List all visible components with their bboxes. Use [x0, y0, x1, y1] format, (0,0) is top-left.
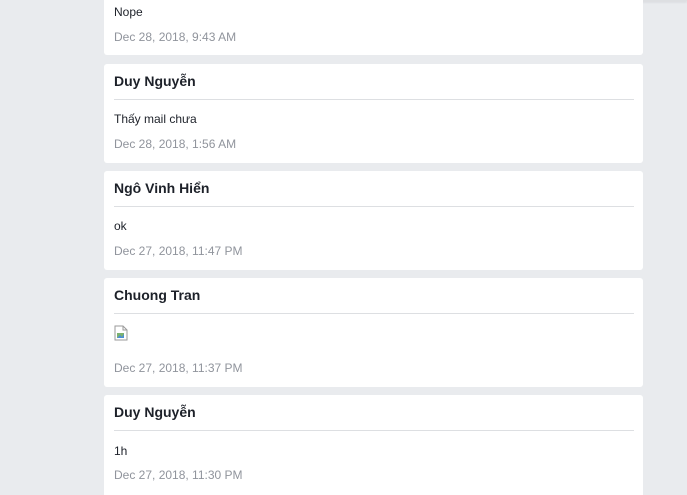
message-timestamp[interactable]: Dec 27, 2018, 11:37 PM — [114, 360, 243, 376]
message-card: Duy Nguyễn 1h Dec 27, 2018, 11:30 PM — [104, 395, 643, 495]
message-timestamp[interactable]: Dec 28, 2018, 1:56 AM — [114, 136, 236, 152]
message-text: Nope — [114, 5, 143, 19]
message-card: Chuong Tran Dec 27, 2018, 11:37 PM — [104, 278, 643, 387]
message-timestamp[interactable]: Dec 27, 2018, 11:30 PM — [114, 467, 243, 483]
message-card: Ngô Vinh Hiển ok Dec 27, 2018, 11:47 PM — [104, 171, 643, 270]
message-timestamp[interactable]: Dec 27, 2018, 11:47 PM — [114, 243, 243, 259]
message-text: Thấy mail chưa — [114, 112, 197, 126]
author-name[interactable]: Ngô Vinh Hiển — [114, 179, 209, 197]
divider — [114, 99, 634, 100]
divider — [114, 313, 634, 314]
divider — [114, 430, 634, 431]
author-name[interactable]: Duy Nguyễn — [114, 72, 196, 90]
message-text: ok — [114, 219, 127, 233]
broken-image-icon[interactable] — [114, 325, 128, 341]
message-card: Nope Dec 28, 2018, 9:43 AM — [104, 0, 643, 55]
message-text: 1h — [114, 444, 128, 458]
message-timestamp[interactable]: Dec 28, 2018, 9:43 AM — [114, 29, 236, 45]
author-name[interactable]: Duy Nguyễn — [114, 403, 196, 421]
message-feed: Nope Dec 28, 2018, 9:43 AM Duy Nguyễn Th… — [0, 0, 687, 495]
divider — [114, 206, 634, 207]
message-card: Duy Nguyễn Thấy mail chưa Dec 28, 2018, … — [104, 64, 643, 163]
author-name[interactable]: Chuong Tran — [114, 286, 200, 304]
